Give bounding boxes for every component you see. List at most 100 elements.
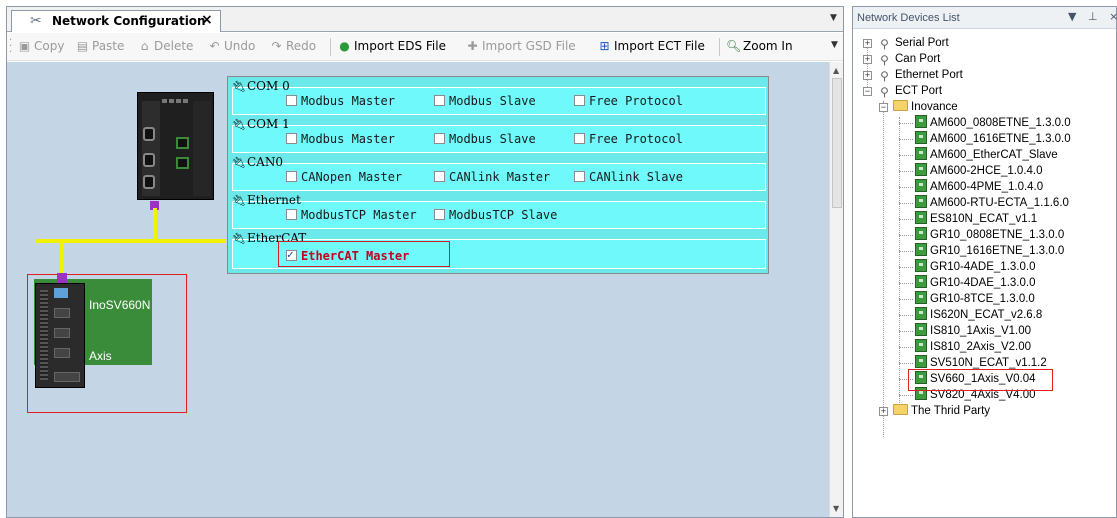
option-canlink-slave[interactable]: CANlink Slave bbox=[574, 170, 683, 184]
checkbox[interactable] bbox=[286, 95, 297, 106]
close-icon[interactable]: × bbox=[1109, 10, 1117, 23]
plc-led bbox=[162, 99, 167, 103]
panel-dropdown-icon[interactable]: ▼ bbox=[1068, 10, 1076, 23]
checkbox[interactable] bbox=[574, 171, 585, 182]
drive-bus-connector[interactable] bbox=[57, 273, 67, 283]
paste-button[interactable]: ▤ Paste bbox=[75, 39, 125, 53]
device-item[interactable]: AM600-4PME_1.0.4.0 bbox=[899, 179, 1043, 195]
tree-guide bbox=[899, 395, 913, 396]
vertical-scrollbar[interactable]: ▲ ▼ bbox=[829, 62, 843, 517]
device-item[interactable]: GR10-4ADE_1.3.0.0 bbox=[899, 259, 1035, 275]
device-icon bbox=[915, 195, 927, 208]
option-free-protocol[interactable]: Free Protocol bbox=[574, 94, 683, 108]
device-item[interactable]: AM600-RTU-ECTA_1.1.6.0 bbox=[899, 195, 1069, 211]
checkbox[interactable] bbox=[434, 133, 445, 144]
device-icon bbox=[915, 323, 927, 336]
checkbox[interactable] bbox=[286, 209, 297, 220]
drive-name-label: InoSV660N bbox=[89, 298, 151, 312]
option-modbus-slave[interactable]: Modbus Slave bbox=[434, 94, 536, 108]
option-modbus-master[interactable]: Modbus Master bbox=[286, 94, 395, 108]
import-eds-button[interactable]: ● Import EDS File bbox=[337, 39, 446, 53]
device-item[interactable]: AM600_0808ETNE_1.3.0.0 bbox=[899, 115, 1071, 131]
redo-button[interactable]: ↷ Redo bbox=[269, 39, 316, 53]
network-configuration-panel: ✂ Network Configuration × ▼ · · · ▣ Copy ▤ P… bbox=[6, 6, 844, 518]
device-icon bbox=[915, 339, 927, 352]
copy-button[interactable]: ▣ Copy bbox=[17, 39, 65, 53]
device-item[interactable]: GR10-4DAE_1.3.0.0 bbox=[899, 275, 1035, 291]
scroll-up-icon[interactable]: ▲ bbox=[833, 66, 839, 75]
collapse-icon[interactable]: − bbox=[863, 87, 872, 96]
panel-title: Network Devices List bbox=[857, 12, 960, 24]
device-tree: + ⚲ Serial Port + ⚲ Can Port + ⚲ Ethernet P… bbox=[853, 35, 1116, 515]
scrollbar-thumb[interactable] bbox=[832, 78, 842, 208]
expand-icon[interactable]: + bbox=[863, 55, 872, 64]
expand-icon[interactable]: + bbox=[863, 39, 872, 48]
device-icon bbox=[915, 115, 927, 128]
device-icon bbox=[915, 163, 927, 176]
checkbox[interactable] bbox=[434, 209, 445, 220]
device-item[interactable]: GR10_0808ETNE_1.3.0.0 bbox=[899, 227, 1064, 243]
toolbar-overflow-icon[interactable]: ▼ bbox=[831, 40, 838, 50]
expand-icon[interactable]: + bbox=[879, 407, 888, 416]
undo-button[interactable]: ↶ Undo bbox=[207, 39, 255, 53]
option-canopen-master[interactable]: CANopen Master bbox=[286, 170, 402, 184]
import-ect-icon: ⊞ bbox=[599, 39, 610, 53]
option-modbustcp-slave[interactable]: ModbusTCP Slave bbox=[434, 208, 557, 222]
checkbox[interactable] bbox=[574, 95, 585, 106]
tab-network-configuration[interactable]: ✂ Network Configuration × bbox=[11, 10, 221, 32]
device-item[interactable]: ES810N_ECAT_v1.1 bbox=[899, 211, 1037, 227]
device-item[interactable]: AM600_1616ETNE_1.3.0.0 bbox=[899, 131, 1071, 147]
import-gsd-button[interactable]: ✚ Import GSD File bbox=[465, 39, 575, 53]
close-icon[interactable]: × bbox=[201, 12, 213, 28]
tree-item-ethernet-port[interactable]: + ⚲ Ethernet Port bbox=[863, 67, 963, 83]
option-modbus-slave[interactable]: Modbus Slave bbox=[434, 132, 536, 146]
tree-item-can-port[interactable]: + ⚲ Can Port bbox=[863, 51, 940, 67]
pin-icon[interactable]: ⊥ bbox=[1088, 10, 1098, 23]
plc-device[interactable] bbox=[137, 92, 214, 200]
plc-io-module bbox=[193, 101, 211, 196]
device-item[interactable]: AM600-2HCE_1.0.4.0 bbox=[899, 163, 1043, 179]
network-config-icon: ✂ bbox=[30, 13, 42, 29]
option-modbus-master[interactable]: Modbus Master bbox=[286, 132, 395, 146]
paste-icon: ▤ bbox=[76, 39, 89, 53]
delete-button[interactable]: ⌂ Delete bbox=[137, 39, 194, 53]
drive-connector bbox=[54, 372, 80, 382]
plc-serial-port bbox=[143, 153, 155, 167]
tree-item-ect-port[interactable]: − ⚲ ECT Port bbox=[863, 83, 942, 99]
network-canvas[interactable]: InoSV660N Axis 🔌︎COM 0 Modbus Master Mod… bbox=[7, 62, 829, 517]
device-item[interactable]: GR10-8TCE_1.3.0.0 bbox=[899, 291, 1035, 307]
tree-item-serial-port[interactable]: + ⚲ Serial Port bbox=[863, 35, 949, 51]
tree-guide bbox=[899, 123, 913, 124]
document-tab-strip: ✂ Network Configuration × ▼ bbox=[7, 7, 843, 32]
device-item[interactable]: GR10_1616ETNE_1.3.0.0 bbox=[899, 243, 1064, 259]
option-modbustcp-master[interactable]: ModbusTCP Master bbox=[286, 208, 417, 222]
checkbox[interactable] bbox=[286, 133, 297, 144]
checkbox[interactable] bbox=[574, 133, 585, 144]
scroll-down-icon[interactable]: ▼ bbox=[833, 504, 839, 513]
tree-item-third-party[interactable]: + The Thrid Party bbox=[879, 403, 990, 419]
device-item[interactable]: AM600_EtherCAT_Slave bbox=[899, 147, 1058, 163]
option-canlink-master[interactable]: CANlink Master bbox=[434, 170, 550, 184]
plc-ethernet-port bbox=[176, 137, 189, 149]
copy-icon: ▣ bbox=[18, 39, 31, 53]
zoom-in-button[interactable]: 🔍︎ Zoom In bbox=[726, 39, 793, 53]
expand-icon[interactable]: + bbox=[863, 71, 872, 80]
collapse-icon[interactable]: − bbox=[879, 103, 888, 112]
import-ect-button[interactable]: ⊞ Import ECT File bbox=[597, 39, 704, 53]
checkbox[interactable] bbox=[434, 95, 445, 106]
tree-guide bbox=[883, 101, 884, 437]
tree-guide bbox=[899, 187, 913, 188]
toolbar-grip-icon[interactable]: · · · bbox=[9, 36, 12, 58]
ethercat-master-highlight bbox=[278, 241, 450, 267]
checkbox[interactable] bbox=[286, 171, 297, 182]
device-item[interactable]: IS810_2Axis_V2.00 bbox=[899, 339, 1031, 355]
tree-item-inovance[interactable]: − Inovance bbox=[879, 99, 958, 115]
port-icon: 🔌︎ bbox=[232, 232, 246, 245]
redo-icon: ↷ bbox=[271, 39, 282, 53]
checkbox[interactable] bbox=[434, 171, 445, 182]
device-item[interactable]: IS620N_ECAT_v2.6.8 bbox=[899, 307, 1042, 323]
tab-dropdown-icon[interactable]: ▼ bbox=[830, 13, 837, 23]
option-free-protocol[interactable]: Free Protocol bbox=[574, 132, 683, 146]
device-icon bbox=[915, 227, 927, 240]
device-item[interactable]: IS810_1Axis_V1.00 bbox=[899, 323, 1031, 339]
